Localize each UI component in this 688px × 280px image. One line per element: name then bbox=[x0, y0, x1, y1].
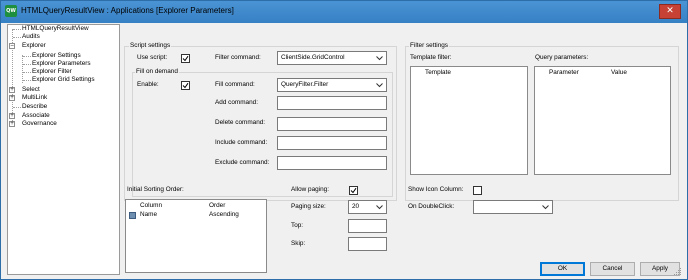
dialog-window: QW HTMLQueryResultView : Applications [E… bbox=[0, 0, 688, 280]
delete-command-input[interactable] bbox=[277, 117, 387, 131]
sorting-order-header[interactable]: Order bbox=[209, 202, 225, 210]
tree-item-select[interactable]: Select bbox=[22, 86, 40, 94]
show-icon-column-label: Show Icon Column: bbox=[408, 186, 464, 193]
enable-label: Enable: bbox=[137, 81, 159, 88]
collapse-icon[interactable]: − bbox=[9, 43, 15, 49]
expand-icon[interactable]: + bbox=[9, 113, 15, 119]
paging-size-value: 20 bbox=[352, 203, 360, 210]
exclude-command-label: Exclude command: bbox=[215, 159, 270, 166]
top-label: Top: bbox=[291, 222, 304, 229]
query-parameters-grid[interactable]: Parameter Value bbox=[534, 66, 671, 175]
show-icon-column-checkbox[interactable] bbox=[473, 186, 482, 195]
title-bar[interactable]: QW HTMLQueryResultView : Applications [E… bbox=[1, 1, 687, 23]
dialog-client: HTMLQueryResultView Audits − Explorer Ex… bbox=[5, 23, 683, 277]
tree-line bbox=[13, 107, 21, 108]
skip-input[interactable] bbox=[348, 237, 387, 251]
cancel-button[interactable]: Cancel bbox=[590, 262, 635, 276]
initial-sorting-order-label: Initial Sorting Order: bbox=[127, 186, 184, 193]
add-command-input[interactable] bbox=[277, 96, 387, 110]
window-title: HTMLQueryResultView : Applications [Expl… bbox=[21, 6, 234, 15]
value-column-header[interactable]: Value bbox=[611, 69, 627, 77]
fill-on-demand-title: Fill on demand bbox=[135, 68, 179, 76]
allow-paging-checkbox[interactable] bbox=[349, 186, 358, 195]
check-icon bbox=[182, 55, 189, 62]
tree-item-explorer-grid-settings[interactable]: Explorer Grid Settings bbox=[32, 76, 95, 84]
template-filter-list[interactable]: Template bbox=[410, 66, 528, 175]
template-filter-label: Template filter: bbox=[410, 54, 452, 61]
query-parameters-label: Query parameters: bbox=[535, 54, 589, 61]
fill-command-label: Fill command: bbox=[215, 81, 255, 88]
filter-command-combo[interactable]: ClientSide.GridControl bbox=[277, 51, 387, 65]
parameter-column-header[interactable]: Parameter bbox=[549, 69, 579, 77]
chevron-down-icon bbox=[376, 56, 383, 61]
chevron-down-icon bbox=[376, 205, 383, 210]
expand-icon[interactable]: + bbox=[9, 95, 15, 101]
expand-icon[interactable]: + bbox=[9, 87, 15, 93]
tree-item-multilink[interactable]: MultiLink bbox=[22, 94, 47, 102]
tree-item-governance[interactable]: Governance bbox=[22, 120, 57, 128]
fill-command-combo[interactable]: QueryFilter.Filter bbox=[277, 78, 387, 92]
paging-size-combo[interactable]: 20 bbox=[348, 200, 387, 214]
sorting-row-column[interactable]: Name bbox=[140, 211, 157, 219]
tree-line bbox=[13, 37, 21, 38]
delete-command-label: Delete command: bbox=[215, 119, 266, 126]
sorting-order-grid[interactable]: Column Order Name Ascending bbox=[125, 199, 267, 273]
tree-item-explorer-filter[interactable]: Explorer Filter bbox=[32, 68, 72, 76]
use-script-label: Use script: bbox=[137, 54, 168, 61]
tree-item-htmlqueryresultview[interactable]: HTMLQueryResultView bbox=[22, 25, 89, 33]
use-script-checkbox[interactable] bbox=[181, 54, 190, 63]
tree-item-audits[interactable]: Audits bbox=[22, 33, 40, 41]
exclude-command-input[interactable] bbox=[277, 156, 387, 170]
row-selector-icon bbox=[129, 212, 136, 219]
include-command-input[interactable] bbox=[277, 136, 387, 150]
tree-item-explorer-parameters[interactable]: Explorer Parameters bbox=[32, 60, 91, 68]
add-command-label: Add command: bbox=[215, 99, 258, 106]
on-double-click-combo[interactable] bbox=[473, 200, 553, 214]
tree-line bbox=[23, 80, 31, 81]
filter-command-value: ClientSide.GridControl bbox=[281, 54, 345, 61]
skip-label: Skip: bbox=[291, 240, 306, 247]
tree-line bbox=[23, 64, 31, 65]
app-icon: QW bbox=[5, 5, 17, 17]
fill-command-value: QueryFilter.Filter bbox=[281, 81, 329, 88]
allow-paging-label: Allow paging: bbox=[291, 186, 330, 193]
paging-size-label: Paging size: bbox=[291, 203, 326, 210]
tree-line bbox=[23, 72, 31, 73]
filter-settings-title: Filter settings bbox=[409, 42, 450, 50]
script-settings-title: Script settings bbox=[129, 42, 172, 50]
top-input[interactable] bbox=[348, 219, 387, 233]
filter-command-label: Filter command: bbox=[215, 54, 261, 61]
template-column-header[interactable]: Template bbox=[425, 69, 451, 77]
include-command-label: Include command: bbox=[215, 139, 268, 146]
resize-grip-icon[interactable] bbox=[674, 268, 682, 276]
chevron-down-icon bbox=[542, 205, 549, 210]
tree-item-explorer[interactable]: Explorer bbox=[22, 42, 46, 50]
tree-line bbox=[13, 29, 21, 30]
check-icon bbox=[182, 82, 189, 89]
sorting-row-order[interactable]: Ascending bbox=[209, 211, 239, 219]
close-button[interactable]: ✕ bbox=[659, 4, 681, 19]
tree-item-associate[interactable]: Associate bbox=[22, 112, 50, 120]
tree-item-describe[interactable]: Describe bbox=[22, 103, 47, 111]
on-double-click-label: On DoubleClick: bbox=[408, 203, 455, 210]
navigation-tree[interactable]: HTMLQueryResultView Audits − Explorer Ex… bbox=[7, 24, 120, 275]
tree-line bbox=[23, 56, 31, 57]
chevron-down-icon bbox=[376, 83, 383, 88]
sorting-column-header[interactable]: Column bbox=[140, 202, 162, 210]
expand-icon[interactable]: + bbox=[9, 121, 15, 127]
tree-line bbox=[22, 55, 23, 83]
check-icon bbox=[350, 187, 357, 194]
ok-button[interactable]: OK bbox=[540, 262, 585, 276]
enable-checkbox[interactable] bbox=[181, 81, 190, 90]
tree-item-explorer-settings[interactable]: Explorer Settings bbox=[32, 52, 81, 60]
